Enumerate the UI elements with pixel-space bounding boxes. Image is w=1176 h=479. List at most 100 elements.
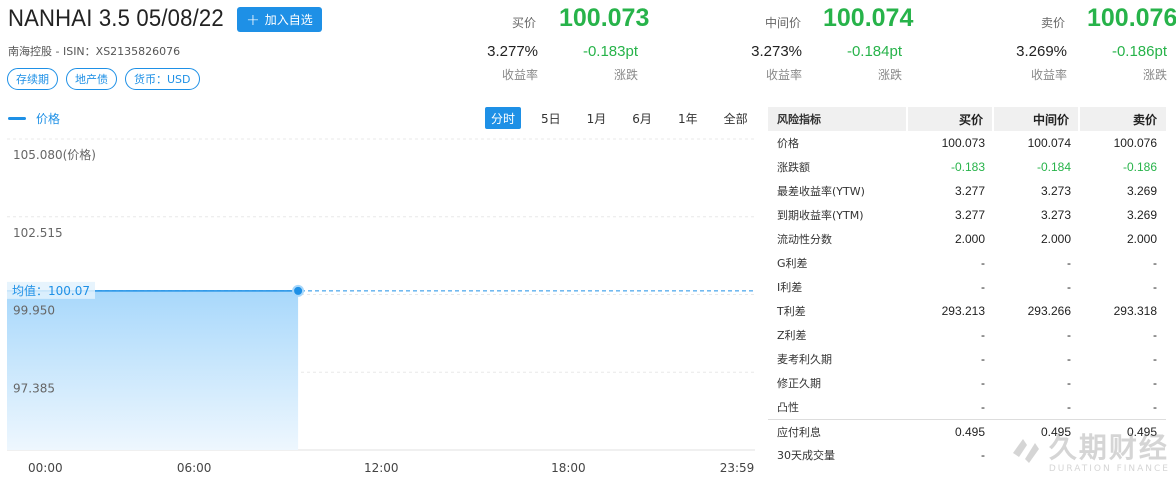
quote-bid-change: -0.183pt bbox=[582, 43, 638, 60]
metric-name: 麦考利久期 bbox=[777, 353, 832, 366]
tab-6m[interactable]: 6月 bbox=[626, 107, 658, 129]
tab-1y[interactable]: 1年 bbox=[672, 107, 704, 129]
quote-mid-yield: 3.273% bbox=[751, 43, 802, 60]
metric-mid: 2.000 bbox=[1040, 232, 1071, 246]
risk-metrics-table: 风险指标 买价 中间价 卖价 价格 100.073 100.074 100.076 涨跌… bbox=[768, 107, 1166, 467]
table-row: G利差 - - - bbox=[768, 251, 1166, 275]
tag-list: 存续期 地产债 货币：USD bbox=[7, 68, 200, 90]
metric-bid: 2.000 bbox=[954, 232, 985, 246]
x-tick-label: 00:00 bbox=[28, 461, 63, 475]
watermark-en: DURATION FINANCE bbox=[1048, 464, 1170, 474]
table-row: Z利差 - - - bbox=[768, 323, 1166, 347]
metric-mid: 3.273 bbox=[1040, 208, 1071, 222]
average-label: 均值：100.07 bbox=[12, 283, 90, 298]
table-row: 价格 100.073 100.074 100.076 bbox=[768, 131, 1166, 155]
metric-name: 修正久期 bbox=[777, 377, 821, 390]
tab-1m[interactable]: 1月 bbox=[581, 107, 613, 129]
metric-bid: 0.495 bbox=[954, 424, 985, 439]
metric-name: G利差 bbox=[777, 257, 808, 270]
price-chart[interactable]: 105.080(价格) 102.515 99.950 97.385 均值：100.07… bbox=[0, 130, 760, 479]
metric-name: 30天成交量 bbox=[777, 449, 835, 462]
x-tick-label: 23:59 bbox=[720, 461, 755, 475]
tag-currency[interactable]: 货币：USD bbox=[125, 68, 200, 90]
metric-name: 应付利息 bbox=[777, 425, 821, 439]
duration-finance-logo-icon bbox=[1012, 439, 1039, 463]
period-tabs: 分时 5日 1月 6月 1年 全部 bbox=[485, 107, 768, 129]
metric-bid: - bbox=[981, 400, 985, 414]
metric-ask: - bbox=[1153, 352, 1157, 366]
metric-bid: - bbox=[981, 376, 985, 390]
add-to-watchlist-button[interactable]: + 加入自选 bbox=[237, 7, 322, 32]
metric-mid: -0.184 bbox=[1036, 160, 1071, 174]
table-row: T利差 293.213 293.266 293.318 bbox=[768, 299, 1166, 323]
quote-mid-label: 中间价 bbox=[765, 16, 802, 30]
metric-ask: 293.318 bbox=[1113, 304, 1157, 318]
metric-ask: - bbox=[1153, 256, 1157, 270]
quote-mid-price: 100.074 bbox=[823, 4, 914, 32]
metric-mid: 293.266 bbox=[1027, 304, 1071, 318]
tag-duration[interactable]: 存续期 bbox=[7, 68, 58, 90]
quote-bid-yield: 3.277% bbox=[487, 43, 538, 60]
metric-mid: - bbox=[1067, 256, 1071, 270]
metric-name: 流动性分数 bbox=[777, 233, 832, 246]
metric-bid: - bbox=[981, 448, 985, 462]
x-tick-label: 12:00 bbox=[364, 461, 399, 475]
header-bid: 买价 bbox=[908, 107, 994, 131]
header-mid: 中间价 bbox=[994, 107, 1080, 131]
metric-ask: -0.186 bbox=[1122, 160, 1157, 174]
metric-bid: 3.277 bbox=[954, 208, 985, 222]
table-header: 风险指标 买价 中间价 卖价 bbox=[768, 107, 1166, 131]
metric-ask: - bbox=[1153, 328, 1157, 342]
metric-name: 最差收益率(YTW) bbox=[777, 185, 865, 198]
table-row: I利差 - - - bbox=[768, 275, 1166, 299]
metric-bid: - bbox=[981, 256, 985, 270]
metric-mid: - bbox=[1067, 376, 1071, 390]
y-tick-label: 99.950 bbox=[13, 304, 55, 318]
quote-ask-label: 卖价 bbox=[1041, 16, 1066, 30]
quote-bid-price: 100.073 bbox=[559, 4, 650, 32]
metric-mid: 100.074 bbox=[1027, 136, 1071, 150]
quote-bid-yield-label: 收益率 bbox=[501, 68, 538, 82]
tab-all[interactable]: 全部 bbox=[718, 107, 754, 129]
metric-ask: 3.269 bbox=[1126, 184, 1157, 198]
metric-ask: - bbox=[1153, 280, 1157, 294]
metric-bid: - bbox=[981, 328, 985, 342]
metric-name: Z利差 bbox=[777, 329, 807, 342]
table-row: 凸性 - - - bbox=[768, 395, 1166, 419]
table-row: 涨跌额 -0.183 -0.184 -0.186 bbox=[768, 155, 1166, 179]
metric-ask: 3.269 bbox=[1126, 208, 1157, 222]
tab-intraday[interactable]: 分时 bbox=[485, 107, 522, 129]
watermark-cn: 久期财经 bbox=[1048, 431, 1169, 464]
quote-ask-change-label: 涨跌 bbox=[1142, 68, 1167, 82]
last-price-marker[interactable] bbox=[292, 284, 305, 297]
y-tick-label: 97.385 bbox=[13, 381, 55, 395]
metric-bid: -0.183 bbox=[950, 160, 985, 174]
quote-bid-label: 买价 bbox=[512, 16, 537, 30]
metric-name: I利差 bbox=[777, 281, 803, 294]
metric-name: 凸性 bbox=[777, 401, 799, 414]
table-row: 最差收益率(YTW) 3.277 3.273 3.269 bbox=[768, 179, 1166, 203]
x-tick-label: 06:00 bbox=[177, 461, 212, 475]
quote-mid-change: -0.184pt bbox=[846, 43, 902, 60]
bond-title: NANHAI 3.5 05/08/22 bbox=[8, 5, 224, 32]
metric-bid: 100.073 bbox=[941, 136, 985, 150]
quote-mid-yield-label: 收益率 bbox=[765, 68, 802, 82]
metric-bid: - bbox=[981, 280, 985, 294]
watermark: 久期财经 DURATION FINANCE bbox=[1009, 426, 1170, 474]
tab-5d[interactable]: 5日 bbox=[535, 107, 567, 129]
metric-ask: 100.076 bbox=[1113, 136, 1157, 150]
chart-legend[interactable]: 价格 bbox=[8, 110, 60, 127]
table-row: 到期收益率(YTM) 3.277 3.273 3.269 bbox=[768, 203, 1166, 227]
table-row: 修正久期 - - - bbox=[768, 371, 1166, 395]
legend-label: 价格 bbox=[36, 112, 61, 126]
tag-sector[interactable]: 地产债 bbox=[66, 68, 117, 90]
metric-name: 涨跌额 bbox=[777, 161, 810, 174]
quote-ask-yield: 3.269% bbox=[1016, 43, 1067, 60]
metric-ask: - bbox=[1153, 400, 1157, 414]
header-metric: 风险指标 bbox=[768, 107, 908, 131]
metric-mid: - bbox=[1067, 280, 1071, 294]
plus-icon: + bbox=[246, 9, 260, 29]
legend-line-icon bbox=[8, 117, 26, 120]
metric-name: 价格 bbox=[777, 137, 799, 150]
quote-ask-yield-label: 收益率 bbox=[1030, 68, 1067, 82]
